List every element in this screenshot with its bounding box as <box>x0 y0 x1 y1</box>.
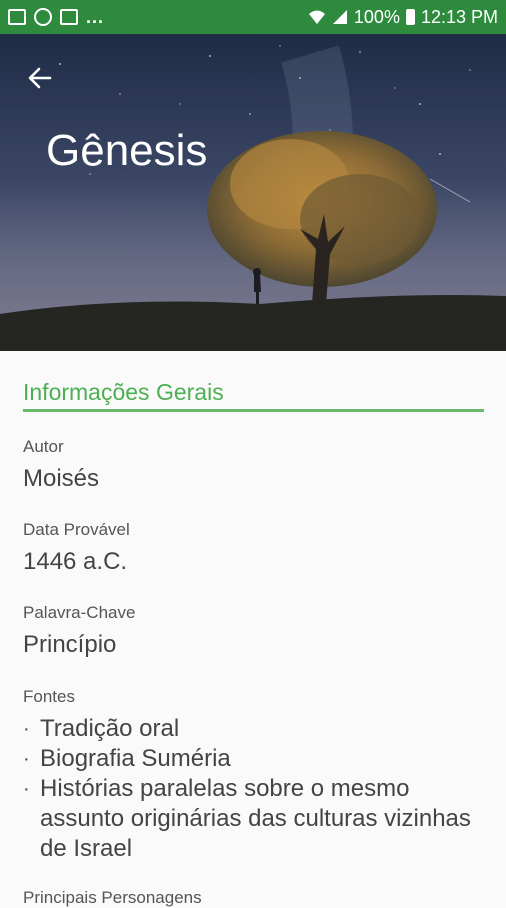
wifi-icon <box>308 10 325 24</box>
bullet: · <box>23 718 30 740</box>
page-title: Gênesis <box>46 126 208 175</box>
sync-icon <box>34 8 52 26</box>
overflow-dots: ... <box>86 6 105 27</box>
flipboard-icon <box>60 9 78 25</box>
list-item: · Biografia Suméria <box>23 745 231 772</box>
info-card: Informações Gerais Autor Moisés Data Pro… <box>0 351 506 907</box>
hero-landscape-image <box>0 45 506 351</box>
list-item: · Tradição oral <box>23 715 180 742</box>
section-title: Informações Gerais <box>23 379 224 405</box>
status-bar-system: 100% 12:13 PM <box>308 7 506 28</box>
characters-label: Principais Personagens <box>23 888 202 907</box>
status-bar-notifications: ... <box>0 7 104 28</box>
status-bar: ... 100% 12:13 PM <box>0 0 506 34</box>
date-value: 1446 a.C. <box>23 548 128 575</box>
author-label: Autor <box>23 437 64 456</box>
section-divider <box>23 409 484 412</box>
battery-icon <box>405 9 415 25</box>
clock: 12:13 PM <box>420 6 498 27</box>
back-button[interactable] <box>22 60 58 96</box>
list-item: · Histórias paralelas sobre o mesmo assun… <box>23 775 471 862</box>
sources-list: · Tradição oral · Biografia Suméria · Histó… <box>23 714 473 864</box>
keyword-value: Princípio <box>23 631 117 658</box>
author-value: Moisés <box>23 465 100 492</box>
signal-icon <box>332 10 347 24</box>
bullet: · <box>23 778 30 800</box>
sources-label: Fontes <box>23 687 75 706</box>
date-label: Data Provável <box>23 520 130 539</box>
back-arrow-icon <box>28 67 52 89</box>
image-icon <box>8 9 26 25</box>
battery-percent: 100% <box>353 6 400 27</box>
bullet: · <box>23 748 30 770</box>
keyword-label: Palavra-Chave <box>23 603 136 622</box>
hero-header: Gênesis <box>0 34 506 351</box>
